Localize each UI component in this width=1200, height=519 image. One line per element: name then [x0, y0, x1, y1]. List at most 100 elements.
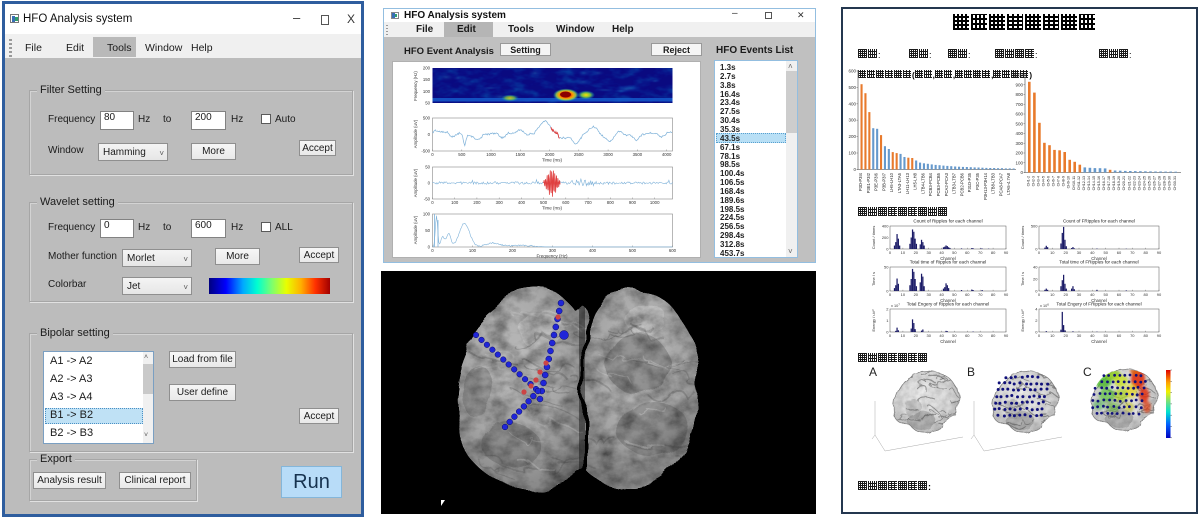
svg-text:50: 50 — [952, 250, 957, 255]
svg-text:50: 50 — [1103, 333, 1108, 338]
svg-text:900: 900 — [1015, 82, 1023, 87]
svg-text:300: 300 — [1015, 141, 1023, 146]
svg-text:0: 0 — [1038, 250, 1041, 255]
svg-text:0: 0 — [1038, 333, 1041, 338]
svg-text:Total Engery of Ripples for ea: Total Engery of Ripples for each channel — [907, 302, 989, 307]
svg-text:CH12-13: CH12-13 — [1082, 176, 1086, 190]
svg-text:30: 30 — [1077, 250, 1082, 255]
svg-text:CH18-19: CH18-19 — [1112, 176, 1116, 190]
svg-text:90: 90 — [1157, 250, 1162, 255]
svg-text:CH22-23: CH22-23 — [1132, 176, 1136, 190]
svg-text:P31D-P35: P31D-P35 — [967, 172, 972, 192]
svg-text:LH11-LH13: LH11-LH13 — [905, 172, 910, 194]
svg-text:CH20-21: CH20-21 — [1122, 176, 1126, 190]
svg-text:50: 50 — [425, 228, 430, 233]
svg-text:LTA3-LTA5: LTA3-LTA5 — [897, 172, 902, 193]
svg-text:10: 10 — [1050, 250, 1055, 255]
svg-text:50: 50 — [884, 265, 889, 270]
svg-text:CH7-8: CH7-8 — [1057, 176, 1061, 186]
svg-text:50: 50 — [1103, 250, 1108, 255]
svg-text:200: 200 — [423, 66, 431, 71]
svg-text:600: 600 — [669, 248, 677, 253]
svg-text:CH19-20: CH19-20 — [1117, 176, 1121, 190]
svg-text:-50: -50 — [424, 197, 431, 202]
svg-text:LH5-LH10: LH5-LH10 — [889, 172, 894, 192]
svg-text:400: 400 — [589, 248, 597, 253]
svg-text:200: 200 — [882, 235, 889, 240]
svg-text:CH17-18: CH17-18 — [1107, 176, 1111, 190]
svg-text:0: 0 — [428, 132, 431, 137]
svg-text:50: 50 — [1103, 292, 1108, 297]
svg-text:Amplitude (uV): Amplitude (uV) — [413, 168, 418, 197]
svg-text:Amplitude (uV): Amplitude (uV) — [413, 119, 418, 148]
svg-text:60: 60 — [965, 333, 970, 338]
svg-text:PCB3-PCB4: PCB3-PCB4 — [928, 172, 933, 196]
svg-text:PCA2-PCA3: PCA2-PCA3 — [944, 172, 949, 196]
svg-text:90: 90 — [1157, 292, 1162, 297]
svg-text:40: 40 — [939, 333, 944, 338]
svg-text:60: 60 — [965, 250, 970, 255]
svg-text:Frequency (Hz): Frequency (Hz) — [536, 254, 568, 259]
svg-text:20: 20 — [1063, 333, 1068, 338]
svg-text:CH13-14: CH13-14 — [1087, 176, 1091, 190]
svg-text:40: 40 — [1090, 250, 1095, 255]
svg-text:CH30-31: CH30-31 — [1173, 176, 1177, 190]
svg-text:100: 100 — [1015, 160, 1023, 165]
svg-text:Count of Ripples for each chan: Count of Ripples for each channel — [913, 219, 982, 224]
svg-text:30: 30 — [1077, 292, 1082, 297]
svg-text:1000: 1000 — [486, 152, 496, 157]
svg-text:CH8-9: CH8-9 — [1062, 176, 1066, 186]
svg-text:0: 0 — [431, 248, 434, 253]
svg-text:P3D-P3I4: P3D-P3I4 — [858, 172, 863, 191]
svg-text:1500: 1500 — [516, 152, 526, 157]
svg-text:150: 150 — [423, 77, 431, 82]
svg-text:300: 300 — [848, 118, 856, 123]
svg-text:600: 600 — [848, 69, 856, 74]
svg-text:-500: -500 — [421, 149, 430, 154]
svg-text:CH6-7: CH6-7 — [1052, 176, 1056, 186]
svg-text:CH26-27: CH26-27 — [1153, 176, 1157, 190]
svg-text:0: 0 — [428, 245, 431, 250]
svg-text:800: 800 — [607, 200, 615, 205]
svg-text:60: 60 — [1117, 333, 1122, 338]
svg-text:1000: 1000 — [650, 200, 660, 205]
svg-text:100: 100 — [469, 248, 477, 253]
svg-text:30: 30 — [926, 292, 931, 297]
svg-text:Time (ms): Time (ms) — [542, 206, 563, 211]
svg-text:90: 90 — [1004, 250, 1009, 255]
svg-text:20: 20 — [914, 333, 919, 338]
svg-text:20: 20 — [1033, 277, 1038, 282]
svg-text:60: 60 — [1117, 292, 1122, 297]
svg-text:500: 500 — [1015, 121, 1023, 126]
svg-text:80: 80 — [991, 292, 996, 297]
svg-text:500: 500 — [1031, 224, 1038, 229]
svg-text:CH21-22: CH21-22 — [1127, 176, 1131, 190]
svg-text:Count / times: Count / times — [871, 226, 876, 250]
svg-text:CH5-6: CH5-6 — [1047, 176, 1051, 186]
svg-text:LTB4-LTB6: LTB4-LTB6 — [920, 172, 925, 193]
svg-text:CH28-29: CH28-29 — [1163, 176, 1167, 190]
svg-text:LTB8-LTB3: LTB8-LTB3 — [991, 172, 996, 193]
svg-text:3000: 3000 — [603, 152, 613, 157]
svg-text:CH11-12: CH11-12 — [1077, 176, 1081, 190]
svg-text:200: 200 — [848, 134, 856, 139]
svg-text:0: 0 — [853, 167, 856, 172]
svg-text:400: 400 — [882, 224, 889, 229]
svg-text:Channel: Channel — [940, 339, 956, 344]
svg-text:40: 40 — [939, 292, 944, 297]
svg-text:80: 80 — [991, 250, 996, 255]
svg-text:Time / s: Time / s — [871, 272, 876, 286]
svg-text:CH16-17: CH16-17 — [1102, 176, 1106, 190]
svg-text:x 106: x 106 — [1040, 303, 1049, 309]
svg-text:P3C-P35: P3C-P35 — [975, 172, 980, 190]
svg-text:2500: 2500 — [574, 152, 584, 157]
svg-text:x 107: x 107 — [891, 303, 900, 309]
svg-text:0: 0 — [1038, 292, 1041, 297]
svg-text:0: 0 — [428, 181, 431, 186]
svg-text:80: 80 — [1143, 292, 1148, 297]
svg-text:70: 70 — [1130, 333, 1135, 338]
svg-text:50: 50 — [425, 165, 430, 170]
svg-text:CH4-5: CH4-5 — [1042, 176, 1046, 186]
svg-text:40: 40 — [1090, 292, 1095, 297]
svg-text:20: 20 — [914, 250, 919, 255]
